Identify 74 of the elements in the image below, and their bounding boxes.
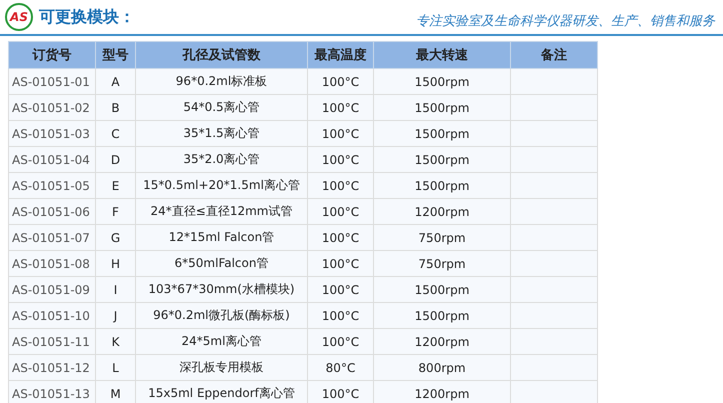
table-cell: 800rpm <box>374 354 510 380</box>
slogan: 专注实验室及生命科学仪器研发、生产、销售和服务 <box>416 13 715 30</box>
table-cell: E <box>96 172 136 198</box>
table-cell: AS-01051-03 <box>8 120 96 146</box>
table-cell: A <box>96 68 136 94</box>
table-cell: 100°C <box>308 328 374 354</box>
column-header: 订货号 <box>8 42 96 68</box>
table-cell: K <box>96 328 136 354</box>
logo-icon: AS <box>5 3 33 31</box>
table-cell: AS-01051-01 <box>8 68 96 94</box>
table-cell: AS-01051-11 <box>8 328 96 354</box>
table-cell: 1500rpm <box>374 68 510 94</box>
table-cell: M <box>96 380 136 403</box>
table-cell: 深孔板专用模板 <box>136 354 308 380</box>
table-cell: 35*1.5离心管 <box>136 120 308 146</box>
table-cell: 15*0.5ml+20*1.5ml离心管 <box>136 172 308 198</box>
table-cell: 15x5ml Eppendorf离心管 <box>136 380 308 403</box>
table-cell: H <box>96 250 136 276</box>
table-cell: 1200rpm <box>374 328 510 354</box>
table-cell: G <box>96 224 136 250</box>
table-cell: AS-01051-13 <box>8 380 96 403</box>
table-cell: 1500rpm <box>374 172 510 198</box>
table-cell: D <box>96 146 136 172</box>
table-cell: AS-01051-08 <box>8 250 96 276</box>
table-cell: 100°C <box>308 224 374 250</box>
table-cell: AS-01051-06 <box>8 198 96 224</box>
table-cell: 100°C <box>308 146 374 172</box>
table-cell: 100°C <box>308 380 374 403</box>
table-cell: 100°C <box>308 68 374 94</box>
table-cell: 750rpm <box>374 250 510 276</box>
table-cell: 100°C <box>308 276 374 302</box>
table-cell: 1500rpm <box>374 276 510 302</box>
table-cell: 96*0.2ml标准板 <box>136 68 308 94</box>
table-cell: F <box>96 198 136 224</box>
table-cell: 100°C <box>308 198 374 224</box>
table-cell: 1500rpm <box>374 94 510 120</box>
column-header: 最高温度 <box>308 42 374 68</box>
table-cell: AS-01051-12 <box>8 354 96 380</box>
table-cell: 1200rpm <box>374 380 510 403</box>
table-cell: 100°C <box>308 302 374 328</box>
table-cell: I <box>96 276 136 302</box>
table-cell: 35*2.0离心管 <box>136 146 308 172</box>
column-header: 最大转速 <box>374 42 510 68</box>
table-cell: AS-01051-05 <box>8 172 96 198</box>
table-cell: B <box>96 94 136 120</box>
table-cell: 80°C <box>308 354 374 380</box>
table-cell: 1200rpm <box>374 198 510 224</box>
table-cell: 100°C <box>308 172 374 198</box>
table-cell: AS-01051-04 <box>8 146 96 172</box>
table-cell: 103*67*30mm(水槽模块) <box>136 276 308 302</box>
table-cell: 100°C <box>308 120 374 146</box>
table-cell: 12*15ml Falcon管 <box>136 224 308 250</box>
table-cell: 100°C <box>308 94 374 120</box>
table-cell: 54*0.5离心管 <box>136 94 308 120</box>
table-cell: J <box>96 302 136 328</box>
table-cell: AS-01051-02 <box>8 94 96 120</box>
column-header: 型号 <box>96 42 136 68</box>
table-cell: C <box>96 120 136 146</box>
column-header: 孔径及试管数 <box>136 42 308 68</box>
section-title: 可更换模块： <box>39 6 135 28</box>
table-cell: 1500rpm <box>374 146 510 172</box>
table-cell: 750rpm <box>374 224 510 250</box>
table-cell: AS-01051-10 <box>8 302 96 328</box>
table-cell: 100°C <box>308 250 374 276</box>
table-cell: 24*直径≤直径12mm试管 <box>136 198 308 224</box>
table-cell: 96*0.2ml微孔板(酶标板) <box>136 302 308 328</box>
table-cell: 24*5ml离心管 <box>136 328 308 354</box>
table-cell: L <box>96 354 136 380</box>
table-cell: 1500rpm <box>374 120 510 146</box>
table-cell: AS-01051-07 <box>8 224 96 250</box>
table-cell: AS-01051-09 <box>8 276 96 302</box>
table-cell: 1500rpm <box>374 302 510 328</box>
table-cell: 6*50mlFalcon管 <box>136 250 308 276</box>
column-header: 备注 <box>510 42 598 68</box>
